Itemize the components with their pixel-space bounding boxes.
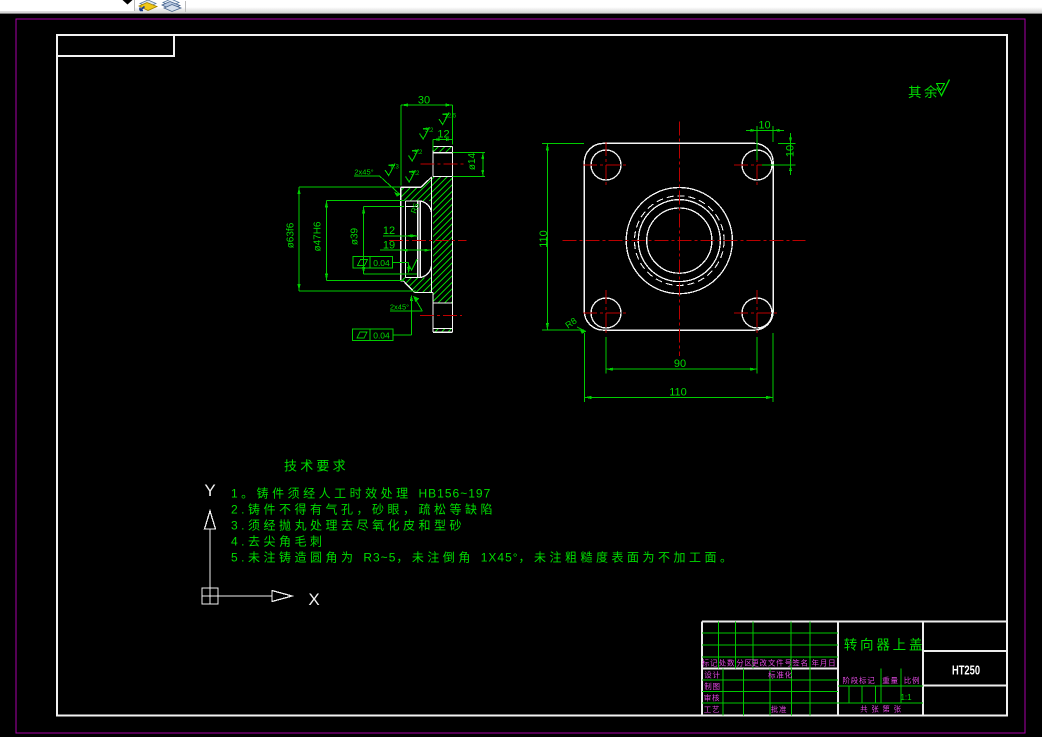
svg-text:19: 19: [383, 240, 395, 252]
svg-text:年月日: 年月日: [812, 658, 837, 668]
svg-text:X: X: [308, 590, 319, 609]
svg-text:12.5: 12.5: [445, 114, 457, 120]
svg-text:3.2: 3.2: [425, 128, 434, 134]
svg-text:审核: 审核: [704, 693, 721, 703]
svg-text:0.04: 0.04: [373, 331, 390, 341]
svg-text:转向器上盖: 转向器上盖: [844, 638, 926, 653]
svg-text:30: 30: [418, 95, 430, 107]
svg-text:12: 12: [383, 225, 395, 237]
svg-text:3.2: 3.2: [414, 150, 423, 156]
svg-text:ø39: ø39: [350, 227, 361, 245]
svg-text:HT250: HT250: [952, 664, 980, 678]
svg-text:2x45°: 2x45°: [354, 168, 373, 177]
svg-text:技术要求: 技术要求: [284, 459, 349, 474]
svg-text:ø14: ø14: [467, 152, 478, 170]
svg-text:Y: Y: [204, 481, 215, 500]
svg-text:ø47H6: ø47H6: [313, 221, 324, 251]
svg-text:10: 10: [785, 145, 797, 157]
svg-text:标准化: 标准化: [768, 670, 793, 680]
svg-text:签名: 签名: [792, 658, 809, 668]
svg-text:90: 90: [674, 358, 686, 370]
svg-text:0.04: 0.04: [373, 258, 390, 268]
svg-text:处数: 处数: [719, 658, 736, 668]
svg-text:其余: 其余: [908, 84, 940, 100]
svg-text:110: 110: [669, 386, 687, 398]
svg-text:110: 110: [538, 230, 550, 248]
svg-text:制图: 制图: [704, 681, 721, 691]
svg-text:5.未注铸造圆角为 R3~5，未注倒角 1X45°，未注粗糙: 5.未注铸造圆角为 R3~5，未注倒角 1X45°，未注粗糙度表面为不加工面。: [231, 550, 736, 565]
svg-text:标记: 标记: [702, 658, 719, 668]
svg-text:ø63f6: ø63f6: [286, 222, 297, 248]
svg-text:R5: R5: [409, 201, 421, 214]
svg-text:工艺: 工艺: [704, 705, 721, 714]
svg-text:比例: 比例: [904, 675, 921, 685]
svg-text:批准: 批准: [771, 704, 788, 714]
svg-text:3.须经抛丸处理去尽氧化皮和型砂: 3.须经抛丸处理去尽氧化皮和型砂: [231, 518, 465, 533]
svg-text:10: 10: [758, 119, 770, 131]
svg-text:共 张 第 张: 共 张 第 张: [860, 704, 902, 714]
svg-text:阶段标记: 阶段标记: [842, 675, 875, 685]
svg-text:12: 12: [437, 129, 449, 141]
svg-text:6.3: 6.3: [391, 165, 400, 171]
svg-text:R8: R8: [563, 316, 578, 331]
svg-text:3.2: 3.2: [411, 171, 420, 177]
svg-text:1:1: 1:1: [900, 693, 912, 702]
svg-text:设计: 设计: [704, 670, 721, 680]
svg-text:1。铸件须经人工时效处理 HB156~197: 1。铸件须经人工时效处理 HB156~197: [231, 486, 491, 501]
svg-text:2.铸件不得有气孔，砂眼，疏松等缺陷: 2.铸件不得有气孔，砂眼，疏松等缺陷: [231, 502, 496, 517]
svg-text:重量: 重量: [882, 676, 899, 685]
svg-text:2x45°: 2x45°: [390, 303, 409, 312]
svg-text:4.去尖角毛刺: 4.去尖角毛刺: [231, 535, 326, 549]
svg-text:更改文件号: 更改文件号: [751, 658, 793, 668]
